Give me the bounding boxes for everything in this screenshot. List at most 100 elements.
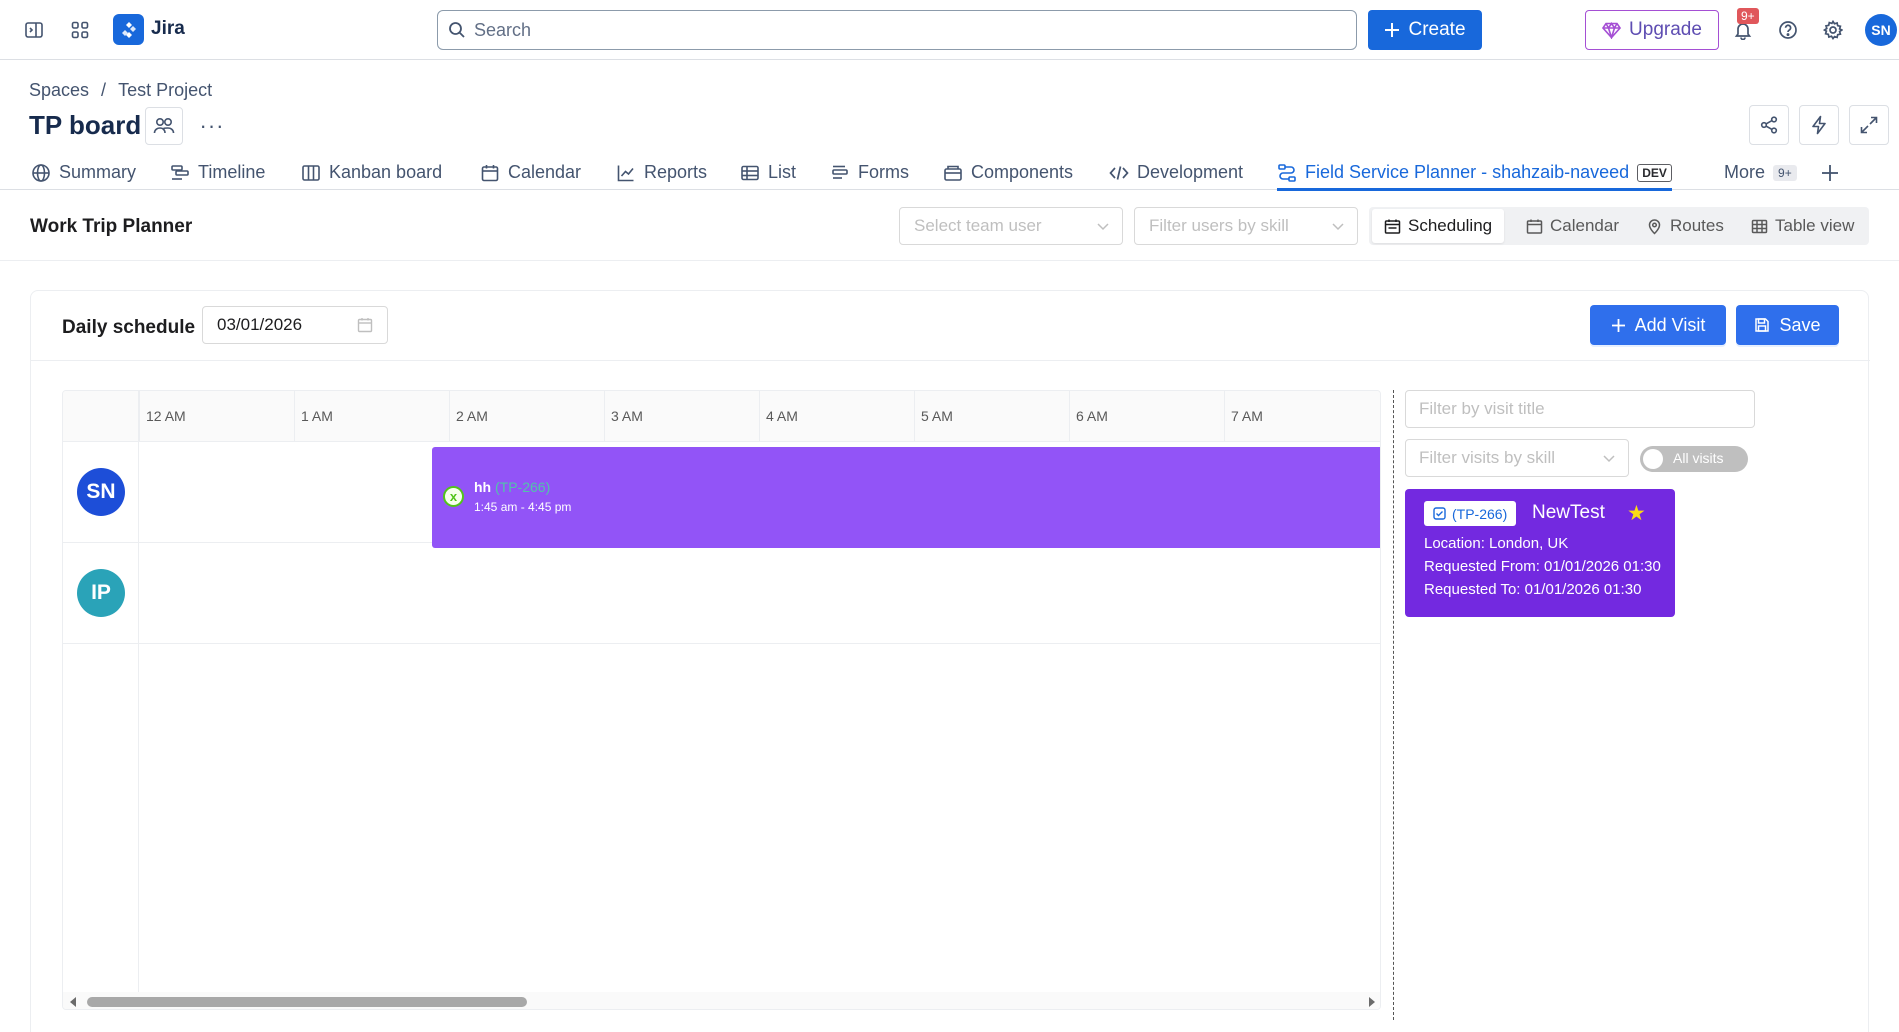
- tab-reports-label: Reports: [644, 162, 708, 182]
- timeline-hour-header: 12 AM 1 AM 2 AM 3 AM 4 AM 5 AM 6 AM 7 AM: [63, 391, 1380, 442]
- sidebar-toggle-icon[interactable]: [18, 14, 50, 46]
- unscheduled-visit-card[interactable]: (TP-266) NewTest ★ Location: London, UK …: [1405, 489, 1675, 617]
- event-title-text: hh: [474, 479, 492, 495]
- timeline-icon: [170, 163, 190, 183]
- visit-requested-from: Requested From: 01/01/2026 01:30: [1424, 558, 1661, 575]
- search-bar[interactable]: [437, 10, 1357, 50]
- plus-icon: [1384, 22, 1400, 38]
- breadcrumb: Spaces / Test Project: [29, 80, 212, 101]
- tab-field-service-planner-label: Field Service Planner - shahzaib-naveed: [1305, 162, 1630, 182]
- team-user-select-placeholder: Select team user: [914, 216, 1042, 235]
- event-title: hh (TP-266): [474, 479, 550, 495]
- tab-list-label: List: [768, 162, 797, 182]
- app-switcher-icon[interactable]: [64, 14, 96, 46]
- tab-more[interactable]: More 9+: [1724, 155, 1797, 190]
- toggle-knob: [1643, 449, 1663, 469]
- upgrade-button[interactable]: Upgrade: [1585, 10, 1719, 50]
- view-calendar[interactable]: Calendar: [1514, 209, 1631, 243]
- resource-row: IP: [63, 543, 1380, 644]
- user-avatar[interactable]: SN: [1865, 14, 1897, 46]
- gem-icon: [1602, 21, 1622, 39]
- view-scheduling[interactable]: Scheduling: [1372, 209, 1505, 243]
- calendar-icon: [480, 163, 500, 183]
- fullscreen-button[interactable]: [1849, 105, 1889, 145]
- team-user-select[interactable]: Select team user: [899, 207, 1123, 245]
- tab-list[interactable]: List: [740, 155, 796, 190]
- horizontal-scrollbar[interactable]: [63, 992, 1380, 1009]
- automation-button[interactable]: [1799, 105, 1839, 145]
- tab-reports[interactable]: Reports: [616, 155, 707, 190]
- more-count-badge: 9+: [1773, 164, 1797, 181]
- hour-label: 4 AM: [759, 391, 914, 442]
- view-routes-label: Routes: [1670, 216, 1724, 235]
- tab-calendar[interactable]: Calendar: [480, 155, 581, 190]
- create-button[interactable]: Create: [1368, 10, 1482, 50]
- tab-kanban-board[interactable]: Kanban board: [301, 155, 442, 190]
- scroll-right-arrow-icon[interactable]: [1369, 997, 1375, 1007]
- resource-avatar[interactable]: SN: [77, 468, 125, 516]
- upgrade-button-label: Upgrade: [1629, 19, 1702, 40]
- star-icon[interactable]: ★: [1627, 501, 1646, 526]
- app-name[interactable]: Jira: [151, 18, 185, 40]
- save-button[interactable]: Save: [1736, 305, 1839, 345]
- project-tabs: Summary Timeline Kanban board Calendar R…: [0, 155, 1899, 191]
- event-time: 1:45 am - 4:45 pm: [474, 500, 572, 514]
- team-button[interactable]: [145, 107, 183, 145]
- resource-avatar[interactable]: IP: [77, 569, 125, 617]
- visit-location: Location: London, UK: [1424, 535, 1569, 552]
- visit-issue-key-badge[interactable]: (TP-266): [1424, 501, 1517, 526]
- breadcrumb-spaces[interactable]: Spaces: [29, 80, 89, 101]
- form-icon: [830, 163, 850, 183]
- status-x-icon[interactable]: x: [443, 486, 464, 507]
- scroll-left-arrow-icon[interactable]: [70, 997, 76, 1007]
- tab-development-label: Development: [1137, 162, 1244, 182]
- tab-development[interactable]: Development: [1109, 155, 1243, 190]
- plus-icon: [1611, 318, 1626, 333]
- hour-label: 2 AM: [449, 391, 604, 442]
- daily-schedule-label: Daily schedule: [62, 317, 196, 338]
- scheduled-visit-event[interactable]: x hh (TP-266) 1:45 am - 4:45 pm: [432, 447, 1380, 548]
- tab-field-service-planner[interactable]: Field Service Planner - shahzaib-naveed …: [1277, 155, 1672, 191]
- lightning-icon: [1809, 115, 1829, 135]
- user-skill-select[interactable]: Filter users by skill: [1134, 207, 1358, 245]
- settings-gear-icon[interactable]: [1817, 14, 1849, 46]
- view-table[interactable]: Table view: [1739, 209, 1866, 243]
- page-title: TP board: [29, 110, 142, 140]
- tab-calendar-label: Calendar: [508, 162, 582, 182]
- tab-forms[interactable]: Forms: [830, 155, 909, 190]
- add-tab-button[interactable]: [1820, 155, 1840, 190]
- schedule-timeline[interactable]: 12 AM 1 AM 2 AM 3 AM 4 AM 5 AM 6 AM 7 AM…: [62, 390, 1381, 1010]
- board-icon: [301, 163, 321, 183]
- help-icon[interactable]: [1772, 14, 1804, 46]
- share-button[interactable]: [1749, 105, 1789, 145]
- more-actions-button[interactable]: ···: [196, 107, 228, 145]
- people-icon: [153, 116, 175, 136]
- view-routes[interactable]: Routes: [1634, 209, 1736, 243]
- chevron-down-icon: [1331, 219, 1345, 233]
- tab-summary[interactable]: Summary: [31, 155, 136, 190]
- jira-logo-icon[interactable]: [113, 14, 144, 45]
- user-skill-select-placeholder: Filter users by skill: [1149, 216, 1289, 235]
- visit-title-filter-input[interactable]: [1405, 390, 1755, 428]
- tab-forms-label: Forms: [858, 162, 909, 182]
- chevron-down-icon: [1096, 219, 1110, 233]
- list-table-icon: [740, 163, 760, 183]
- visit-title: NewTest: [1532, 502, 1605, 523]
- breadcrumb-project[interactable]: Test Project: [118, 80, 212, 101]
- scrollbar-thumb[interactable]: [87, 997, 527, 1007]
- share-icon: [1759, 115, 1779, 135]
- visit-skill-select[interactable]: Filter visits by skill: [1405, 439, 1629, 477]
- planner-title: Work Trip Planner: [30, 216, 193, 237]
- schedule-date-picker[interactable]: 03/01/2026: [202, 306, 388, 344]
- all-visits-toggle[interactable]: All visits: [1640, 446, 1748, 472]
- add-visit-button[interactable]: Add Visit: [1590, 305, 1726, 345]
- globe-icon: [31, 163, 51, 183]
- create-button-label: Create: [1408, 19, 1466, 40]
- top-navigation: Jira Create Upgrade 9+ SN: [0, 0, 1899, 60]
- tab-timeline[interactable]: Timeline: [170, 155, 265, 190]
- search-input[interactable]: [474, 19, 1334, 41]
- visit-skill-select-placeholder: Filter visits by skill: [1419, 448, 1556, 467]
- tab-components[interactable]: Components: [943, 155, 1073, 190]
- expand-icon: [1859, 115, 1879, 135]
- calendar-icon: [1526, 218, 1543, 235]
